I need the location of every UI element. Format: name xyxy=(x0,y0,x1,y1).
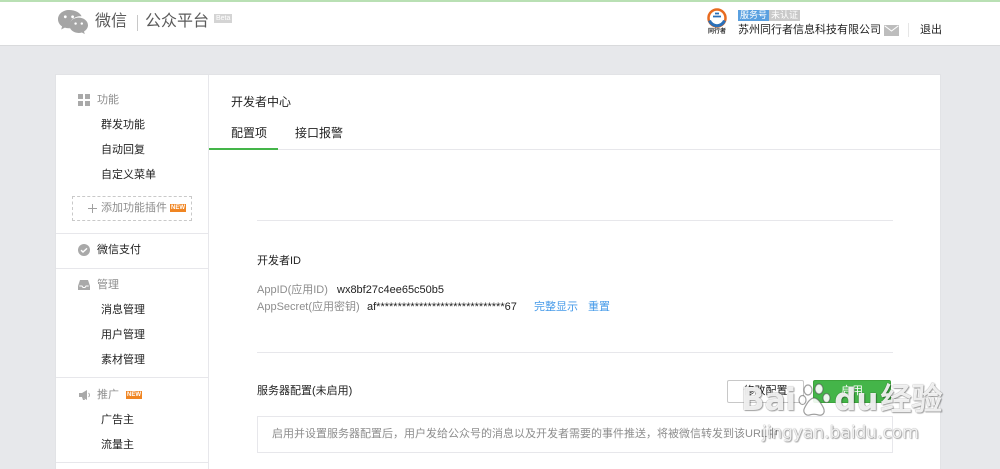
top-header: 微信 公众平台 Beta 同行者 服务号 未认证 苏州同行者信息科技有限公司 退… xyxy=(0,0,1000,46)
sidebar-item-publisher[interactable]: 流量主 xyxy=(101,438,134,452)
sidebar-item-messages[interactable]: 消息管理 xyxy=(101,303,145,317)
header-divider xyxy=(908,23,909,37)
sidebar-item-wechat-pay[interactable]: 微信支付 xyxy=(78,243,198,257)
account-name-link[interactable]: 苏州同行者信息科技有限公司 xyxy=(738,23,881,37)
new-badge: NEW xyxy=(126,391,142,399)
appsecret-label: AppSecret(应用密钥) xyxy=(257,301,360,313)
add-plugin-button[interactable]: 添加功能插件 NEW xyxy=(72,196,192,221)
mail-icon[interactable] xyxy=(884,25,899,36)
tab-api-alert[interactable]: 接口报警 xyxy=(278,118,355,149)
tab-bar: 配置项 接口报警 xyxy=(209,118,940,150)
reset-secret-link[interactable]: 重置 xyxy=(588,300,610,314)
tab-label: 接口报警 xyxy=(295,126,344,140)
modify-config-button[interactable]: 修改配置 xyxy=(727,380,804,403)
beta-badge: Beta xyxy=(214,14,233,23)
grid-icon xyxy=(78,94,91,106)
sidebar-item-mass-send[interactable]: 群发功能 xyxy=(101,118,145,132)
company-logo-icon xyxy=(707,8,727,28)
logout-link[interactable]: 退出 xyxy=(920,23,942,37)
sidebar-item-advertiser[interactable]: 广告主 xyxy=(101,413,134,427)
sidebar-section-manage: 管理 xyxy=(78,278,198,292)
sidebar-section-label: 管理 xyxy=(97,279,119,291)
logo-divider xyxy=(137,15,138,31)
server-config-heading: 服务器配置(未启用) xyxy=(257,385,353,397)
sidebar-section-promote: 推广 NEW xyxy=(78,388,198,402)
sidebar-section-label: 微信支付 xyxy=(97,244,141,256)
appid-label: AppID(应用ID) xyxy=(257,284,328,296)
tab-label: 配置项 xyxy=(231,126,268,140)
new-badge: NEW xyxy=(170,204,186,212)
company-logo-text: 同行者 xyxy=(707,29,726,35)
verify-status-badge: 未认证 xyxy=(769,10,801,21)
page-title: 开发者中心 xyxy=(231,95,292,109)
sidebar-item-auto-reply[interactable]: 自动回复 xyxy=(101,143,145,157)
server-config-description: 启用并设置服务器配置后，用户发给公众号的消息以及开发者需要的事件推送，将被微信转… xyxy=(272,428,779,440)
section-divider xyxy=(257,352,893,353)
sidebar-divider xyxy=(56,462,208,463)
sidebar-item-custom-menu[interactable]: 自定义菜单 xyxy=(101,168,156,182)
main-content: 开发者中心 配置项 接口报警 开发者ID AppID(应用ID) wx8bf27… xyxy=(209,75,940,469)
account-type-badge: 服务号 xyxy=(738,10,770,21)
show-full-secret-link[interactable]: 完整显示 xyxy=(534,300,578,314)
sidebar-section-label: 功能 xyxy=(97,94,119,106)
server-config-info-box: 启用并设置服务器配置后，用户发给公众号的消息以及开发者需要的事件推送，将被微信转… xyxy=(257,416,893,453)
logo-wechat-text: 微信 xyxy=(95,13,128,30)
appsecret-value: af******************************67 xyxy=(367,301,517,313)
company-avatar[interactable]: 同行者 xyxy=(705,8,729,37)
logo-platform-text: 公众平台 xyxy=(145,13,210,30)
sidebar-item-materials[interactable]: 素材管理 xyxy=(101,353,145,367)
sidebar-divider xyxy=(56,233,208,234)
sidebar-section-function: 功能 xyxy=(78,93,198,107)
content-card: 功能 群发功能 自动回复 自定义菜单 添加功能插件 NEW 微信支付 管理 消息… xyxy=(55,74,941,469)
inbox-icon xyxy=(78,279,91,291)
tab-config[interactable]: 配置项 xyxy=(209,118,278,150)
add-plugin-label: 添加功能插件 xyxy=(101,202,167,214)
wechat-logo-icon xyxy=(57,9,89,36)
enable-config-button[interactable]: 启用 xyxy=(813,380,891,403)
appid-value: wx8bf27c4ee65c50b5 xyxy=(337,284,445,296)
sidebar-nav: 功能 群发功能 自动回复 自定义菜单 添加功能插件 NEW 微信支付 管理 消息… xyxy=(56,75,209,469)
wechat-mp-logo-link[interactable]: 微信 公众平台 Beta xyxy=(0,0,240,46)
section-divider xyxy=(257,220,893,221)
plus-icon xyxy=(88,204,97,213)
sidebar-item-users[interactable]: 用户管理 xyxy=(101,328,145,342)
sidebar-divider xyxy=(56,377,208,378)
sidebar-divider xyxy=(56,268,208,269)
wechat-pay-icon xyxy=(78,244,91,256)
megaphone-icon xyxy=(78,389,91,401)
developer-id-heading: 开发者ID xyxy=(257,255,301,267)
sidebar-section-label: 推广 xyxy=(97,389,119,401)
